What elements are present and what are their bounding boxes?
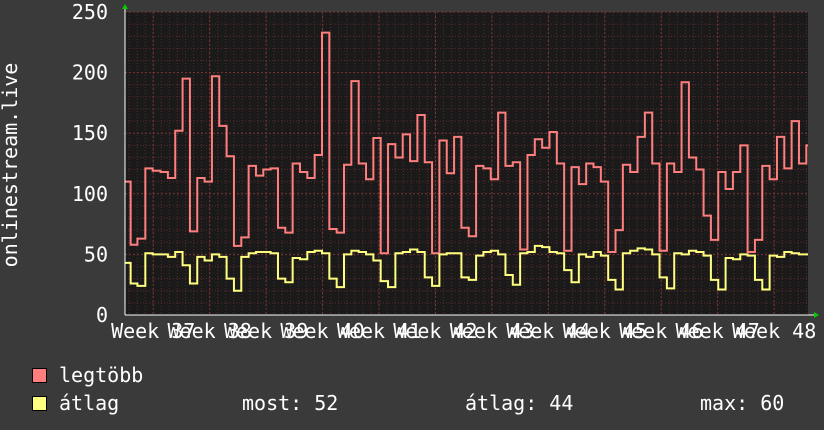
stat-max-value: 60 xyxy=(760,391,785,415)
y-axis-arrow xyxy=(122,4,128,9)
legend-label-avg: átlag xyxy=(59,391,120,415)
stat-avg-value: 44 xyxy=(549,391,574,415)
legend-label-max: legtöbb xyxy=(59,363,144,387)
y-tick-label: 50 xyxy=(84,242,108,266)
stat-max: max: 60 xyxy=(700,392,784,414)
stat-now: most: 52 xyxy=(242,392,338,414)
y-tick-label: 200 xyxy=(72,61,108,85)
chart: 0 50 100 150 200 250 Week 37Week 38Week 39Wee… xyxy=(0,0,819,343)
stat-now-value: 52 xyxy=(314,391,339,415)
y-tick-labels: 0 50 100 150 200 250 xyxy=(72,0,108,327)
stat-avg-label: átlag: xyxy=(465,391,538,415)
legend-swatch-max xyxy=(32,368,47,383)
y-tick-label: 100 xyxy=(72,182,108,206)
legend-item-avg: átlag xyxy=(32,392,119,414)
y-tick-label: 250 xyxy=(72,0,108,24)
x-tick-label: Week 48 xyxy=(732,319,816,343)
stat-now-label: most: xyxy=(242,391,303,415)
y-tick-label: 0 xyxy=(96,303,108,327)
x-tick-labels: Week 37Week 38Week 39Week 40Week 41Week … xyxy=(111,319,816,343)
x-axis-arrow xyxy=(814,312,819,318)
stat-max-label: max: xyxy=(700,391,749,415)
y-tick-label: 150 xyxy=(72,121,108,145)
y-axis-label: onlinestream.live xyxy=(0,63,22,268)
stat-avg: átlag: 44 xyxy=(465,392,573,414)
legend-swatch-avg xyxy=(32,396,47,411)
legend-item-max: legtöbb xyxy=(32,364,143,386)
